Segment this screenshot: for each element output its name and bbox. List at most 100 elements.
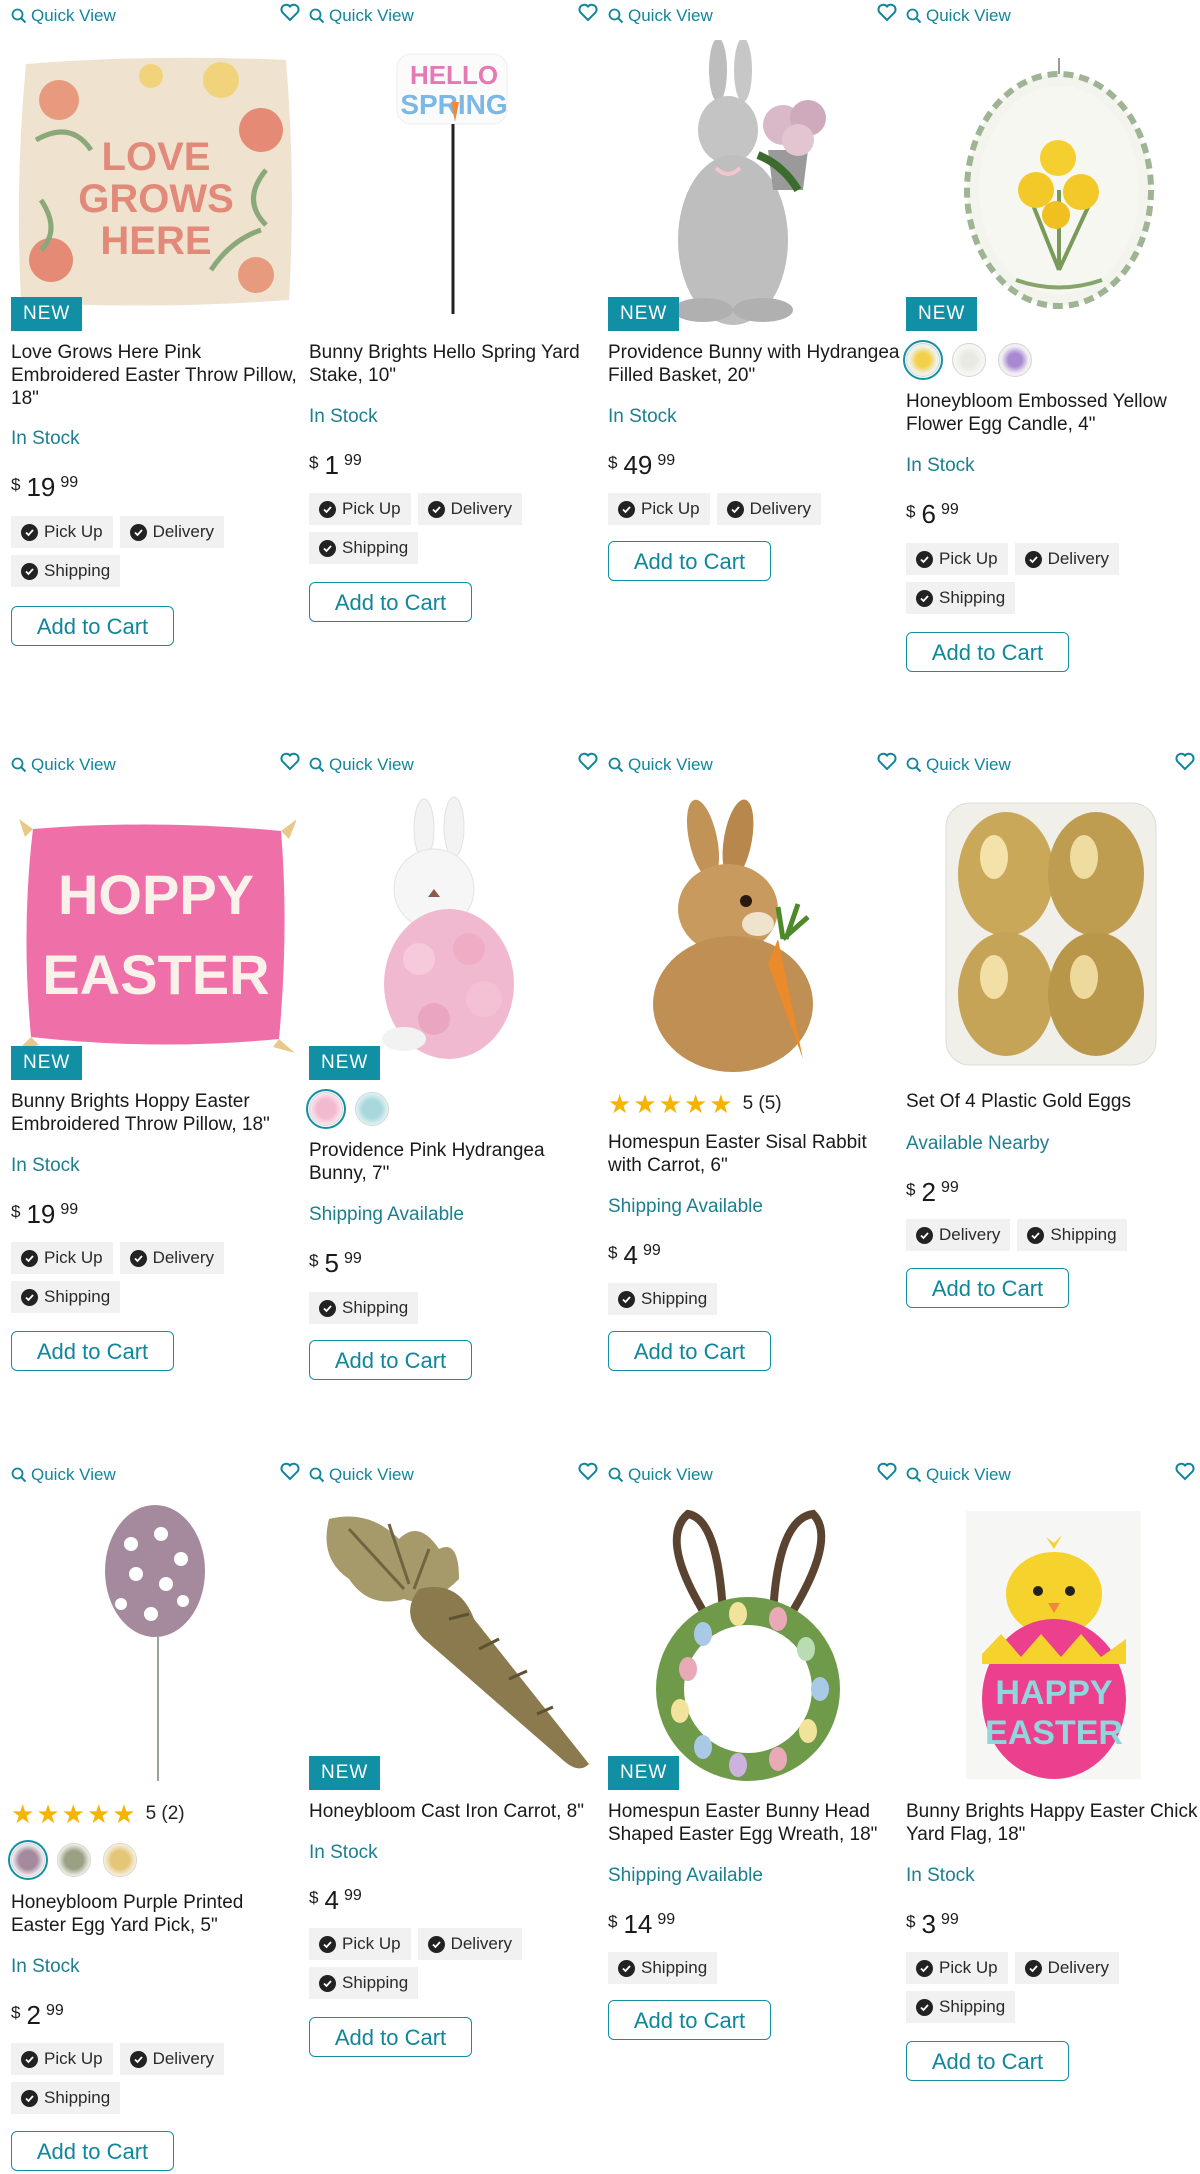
- heart-icon[interactable]: [278, 1459, 302, 1483]
- heart-icon[interactable]: [875, 0, 899, 24]
- product-image[interactable]: [906, 40, 1191, 330]
- pickup-label: Pick Up: [44, 522, 103, 541]
- price: $ 2 99: [11, 2000, 64, 2031]
- product-title[interactable]: Honeybloom Purple Printed Easter Egg Yar…: [11, 1891, 303, 1937]
- quick-view-link[interactable]: Quick View: [608, 753, 713, 777]
- price-cents: 99: [657, 452, 676, 469]
- availability-status: Shipping Available: [608, 1196, 763, 1217]
- rating-stars[interactable]: ★ ★ ★ ★ ★ 5 (2): [11, 1801, 185, 1827]
- add-to-cart-button[interactable]: Add to Cart: [11, 2131, 174, 2171]
- product-title[interactable]: Providence Bunny with Hydrangea Filled B…: [608, 341, 900, 387]
- product-title[interactable]: Set Of 4 Plastic Gold Eggs: [906, 1090, 1198, 1113]
- price: $ 4 99: [608, 1240, 661, 1271]
- swatch-purple[interactable]: [998, 343, 1032, 377]
- quick-view-link[interactable]: Quick View: [11, 1463, 116, 1487]
- check-icon: [129, 523, 147, 541]
- product-image[interactable]: [309, 789, 594, 1079]
- swatch-green[interactable]: [57, 1843, 91, 1877]
- product-image[interactable]: [906, 789, 1191, 1079]
- add-to-cart-button[interactable]: Add to Cart: [11, 606, 174, 646]
- product-title[interactable]: Homespun Easter Sisal Rabbit with Carrot…: [608, 1131, 900, 1177]
- product-title[interactable]: Bunny Brights Hello Spring Yard Stake, 1…: [309, 341, 601, 387]
- check-icon: [427, 1935, 445, 1953]
- product-image[interactable]: HAPPY EASTER: [906, 1499, 1191, 1789]
- product-title[interactable]: Honeybloom Cast Iron Carrot, 8": [309, 1800, 601, 1823]
- price-dollars: 1: [324, 450, 339, 480]
- add-to-cart-button[interactable]: Add to Cart: [906, 2041, 1069, 2081]
- check-icon: [21, 1288, 38, 1306]
- rating-stars[interactable]: ★ ★ ★ ★ ★ 5 (5): [608, 1091, 782, 1117]
- price-cents: 99: [60, 1201, 79, 1218]
- heart-icon[interactable]: [576, 0, 600, 24]
- add-to-cart-button[interactable]: Add to Cart: [309, 582, 472, 622]
- quick-view-link[interactable]: Quick View: [309, 4, 414, 28]
- check-icon: [21, 1249, 38, 1267]
- pickup-chip: Pick Up: [309, 493, 411, 525]
- product-image[interactable]: [608, 1499, 893, 1789]
- add-to-cart-button[interactable]: Add to Cart: [906, 1268, 1069, 1308]
- product-image[interactable]: HOPPY EASTER: [11, 789, 296, 1079]
- price-dollars: 4: [324, 1885, 339, 1915]
- quick-view-link[interactable]: Quick View: [11, 4, 116, 28]
- heart-icon[interactable]: [1173, 1459, 1197, 1483]
- swatch-yellow[interactable]: [903, 340, 943, 380]
- price-cents: 99: [343, 1250, 362, 1267]
- quick-view-link[interactable]: Quick View: [309, 1463, 414, 1487]
- product-title[interactable]: Bunny Brights Happy Easter Chick Yard Fl…: [906, 1800, 1198, 1846]
- check-icon: [916, 589, 933, 607]
- heart-icon[interactable]: [875, 1459, 899, 1483]
- product-title[interactable]: Love Grows Here Pink Embroidered Easter …: [11, 341, 303, 410]
- price-cents: 99: [940, 501, 959, 518]
- delivery-chip: Delivery: [1014, 543, 1119, 575]
- add-to-cart-button[interactable]: Add to Cart: [608, 2000, 771, 2040]
- heart-icon[interactable]: [875, 749, 899, 773]
- product-title[interactable]: Bunny Brights Hoppy Easter Embroidered T…: [11, 1090, 303, 1136]
- add-to-cart-button[interactable]: Add to Cart: [309, 1340, 472, 1380]
- product-title[interactable]: Homespun Easter Bunny Head Shaped Easter…: [608, 1800, 900, 1846]
- heart-icon[interactable]: [278, 0, 302, 24]
- product-image[interactable]: [309, 1499, 594, 1789]
- swatch-pink[interactable]: [306, 1089, 346, 1129]
- heart-icon[interactable]: [576, 749, 600, 773]
- swatch-yellow[interactable]: [103, 1843, 137, 1877]
- currency-symbol: $: [906, 1180, 916, 1199]
- swatch-blue[interactable]: [355, 1092, 389, 1126]
- star-icon: ★: [61, 1799, 85, 1829]
- product-title[interactable]: Providence Pink Hydrangea Bunny, 7": [309, 1139, 601, 1185]
- product-image[interactable]: [11, 1499, 296, 1789]
- add-to-cart-button[interactable]: Add to Cart: [11, 1331, 174, 1371]
- add-to-cart-button[interactable]: Add to Cart: [309, 2017, 472, 2057]
- check-icon: [1024, 1959, 1042, 1977]
- quick-view-link[interactable]: Quick View: [608, 4, 713, 28]
- rating-count: 5 (2): [145, 1803, 185, 1824]
- quick-view-label: Quick View: [31, 6, 116, 25]
- quick-view-link[interactable]: Quick View: [11, 753, 116, 777]
- price-dollars: 6: [921, 499, 936, 529]
- delivery-label: Delivery: [152, 1248, 214, 1267]
- quick-view-link[interactable]: Quick View: [906, 4, 1011, 28]
- add-to-cart-button[interactable]: Add to Cart: [906, 632, 1069, 672]
- product-image[interactable]: HELLO SPRING: [309, 40, 594, 320]
- quick-view-label: Quick View: [628, 1465, 713, 1484]
- heart-icon[interactable]: [576, 1459, 600, 1483]
- check-icon: [319, 1935, 336, 1953]
- pickup-chip: Pick Up: [906, 543, 1008, 575]
- heart-icon[interactable]: [1173, 749, 1197, 773]
- star-icon: ★: [633, 1089, 657, 1119]
- quick-view-link[interactable]: Quick View: [608, 1463, 713, 1487]
- fulfillment-options: Shipping: [309, 1292, 594, 1324]
- price: $ 5 99: [309, 1248, 362, 1279]
- add-to-cart-button[interactable]: Add to Cart: [608, 1331, 771, 1371]
- swatch-white[interactable]: [952, 343, 986, 377]
- product-image[interactable]: [608, 40, 893, 330]
- quick-view-link[interactable]: Quick View: [309, 753, 414, 777]
- add-to-cart-button[interactable]: Add to Cart: [608, 541, 771, 581]
- product-title[interactable]: Honeybloom Embossed Yellow Flower Egg Ca…: [906, 390, 1198, 436]
- product-image[interactable]: [608, 789, 893, 1079]
- check-icon: [1027, 1226, 1045, 1244]
- quick-view-link[interactable]: Quick View: [906, 753, 1011, 777]
- product-image[interactable]: LOVE GROWS HERE: [11, 40, 296, 330]
- heart-icon[interactable]: [278, 749, 302, 773]
- quick-view-link[interactable]: Quick View: [906, 1463, 1011, 1487]
- swatch-purple[interactable]: [8, 1840, 48, 1880]
